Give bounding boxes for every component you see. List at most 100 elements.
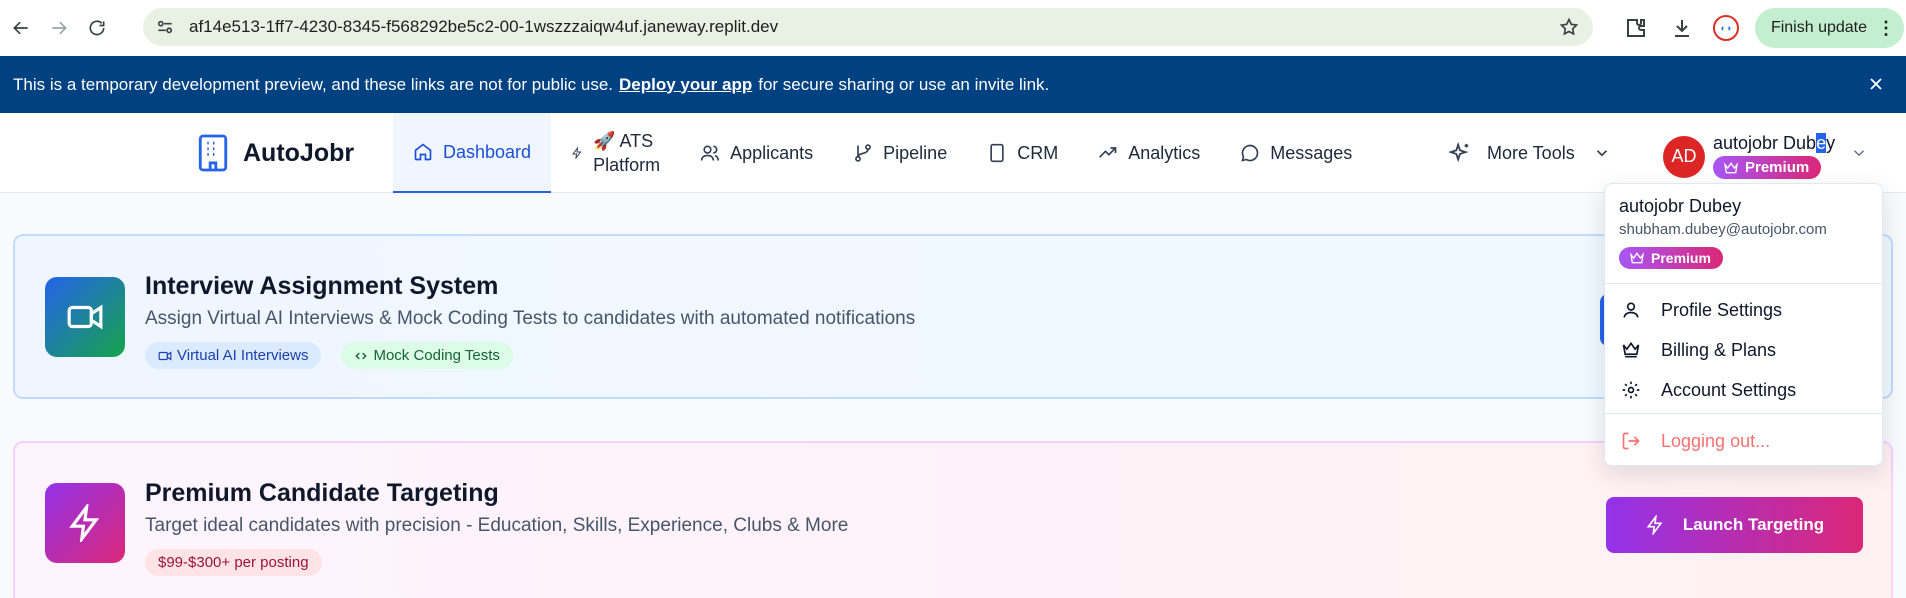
building-icon <box>198 134 228 172</box>
user-icon <box>1623 302 1639 318</box>
finish-update-label: Finish update <box>1770 19 1867 36</box>
banner-text-after: for secure sharing or use an invite link… <box>758 74 1050 94</box>
git-branch-icon <box>855 144 872 162</box>
dev-preview-banner: This is a temporary development preview,… <box>0 56 1906 113</box>
feature-tags: Virtual AI Interviews Mock Coding Tests <box>145 342 533 369</box>
tag-mock-coding-tests: Mock Coding Tests <box>341 342 513 369</box>
app-name: AutoJobr <box>243 138 355 167</box>
browser-actions: ◐◑ Finish update ⋮ <box>1613 0 1906 56</box>
code-icon <box>355 352 368 359</box>
users-icon <box>700 145 720 161</box>
address-bar[interactable]: af14e513-1ff7-4230-8345-f568292be5c2-00-… <box>143 8 1593 46</box>
deploy-link[interactable]: Deploy your app <box>619 75 752 95</box>
nav-ats-line1: 🚀 ATS <box>593 131 654 151</box>
forward-button[interactable] <box>41 10 77 46</box>
reload-button[interactable] <box>79 10 115 46</box>
more-vert-icon: ⋮ <box>1877 17 1895 38</box>
chevron-down-icon <box>1596 150 1607 157</box>
zap-icon <box>572 147 582 159</box>
bookmark-star-icon[interactable] <box>1559 17 1579 37</box>
dropdown-user-header: autojobr Dubey shubham.dubey@autojobr.co… <box>1605 184 1882 284</box>
app-header: AutoJobr Dashboard 🚀 ATS Platform Applic… <box>0 113 1906 193</box>
gear-icon <box>1622 381 1640 399</box>
menu-item-billing-plans[interactable]: Billing & Plans <box>1605 330 1882 370</box>
nav-dashboard-label: Dashboard <box>443 141 532 162</box>
sparkles-icon <box>1449 142 1469 163</box>
launch-targeting-button[interactable]: Launch Targeting <box>1606 497 1863 553</box>
banner-text: This is a temporary development preview,… <box>13 74 614 94</box>
trending-up-icon <box>1099 147 1117 158</box>
user-name-part2: y <box>1826 133 1836 153</box>
nav-crm-label: CRM <box>1017 142 1059 163</box>
reload-icon <box>89 20 105 36</box>
user-name-part1: autojobr Dub <box>1713 133 1817 153</box>
user-name-selected: e <box>1816 133 1827 153</box>
site-settings-icon[interactable] <box>155 17 175 37</box>
user-info: autojobr Dubey Premium <box>1713 133 1835 181</box>
menu-item-label: Profile Settings <box>1661 299 1783 320</box>
nav-crm[interactable]: CRM <box>967 113 1078 193</box>
user-dropdown-menu: autojobr Dubey shubham.dubey@autojobr.co… <box>1604 183 1883 466</box>
user-name[interactable]: autojobr Dubey <box>1713 133 1835 154</box>
extensions-icon[interactable] <box>1624 16 1648 40</box>
avatar[interactable]: AD <box>1663 135 1705 178</box>
zap-icon <box>69 504 100 542</box>
menu-item-logout[interactable]: Logging out... <box>1605 416 1882 466</box>
premium-badge-label: Premium <box>1651 250 1711 266</box>
tag-label: Mock Coding Tests <box>373 347 500 364</box>
crown-icon <box>1723 161 1739 173</box>
menu-item-label: Logging out... <box>1661 430 1771 451</box>
more-tools-button[interactable]: More Tools <box>1449 113 1611 193</box>
nav-ats-platform[interactable]: 🚀 ATS Platform <box>551 113 680 193</box>
nav-ats-label: 🚀 ATS Platform <box>593 129 660 177</box>
chevron-down-icon[interactable] <box>1850 144 1868 162</box>
arrow-right-icon <box>52 21 67 35</box>
nav-ats-line2: Platform <box>593 155 661 175</box>
nav-pipeline-label: Pipeline <box>883 142 948 163</box>
card-title: Premium Candidate Targeting <box>145 479 499 507</box>
video-icon <box>158 350 172 361</box>
nav-messages-label: Messages <box>1270 142 1353 163</box>
nav-pipeline[interactable]: Pipeline <box>833 113 967 193</box>
user-menu-trigger[interactable]: AD autojobr Dubey Premium <box>1663 133 1835 181</box>
zap-icon-tile <box>45 483 125 563</box>
nav-analytics[interactable]: Analytics <box>1078 113 1220 193</box>
message-circle-icon <box>1241 144 1259 162</box>
arrow-left-icon <box>13 21 28 35</box>
nav-messages[interactable]: Messages <box>1220 113 1372 193</box>
menu-item-label: Account Settings <box>1661 379 1797 400</box>
card-description: Assign Virtual AI Interviews & Mock Codi… <box>145 308 916 329</box>
crown-icon <box>1629 252 1645 264</box>
menu-item-account-settings[interactable]: Account Settings <box>1605 370 1882 410</box>
card-description: Target ideal candidates with precision -… <box>145 515 849 536</box>
dropdown-user-name: autojobr Dubey <box>1619 196 1742 216</box>
launch-targeting-label: Launch Targeting <box>1682 515 1825 534</box>
dropdown-items: Profile Settings Billing & Plans Account… <box>1605 284 1882 414</box>
download-icon[interactable] <box>1670 16 1694 40</box>
card-title: Interview Assignment System <box>145 272 499 300</box>
menu-item-label: Billing & Plans <box>1661 339 1777 360</box>
home-icon <box>414 143 432 161</box>
dropdown-user-email: shubham.dubey@autojobr.com <box>1619 221 1827 238</box>
nav-applicants-label: Applicants <box>730 142 814 163</box>
nav-applicants[interactable]: Applicants <box>680 113 833 193</box>
video-icon <box>67 304 103 330</box>
nav-analytics-label: Analytics <box>1128 142 1201 163</box>
close-icon[interactable] <box>1866 74 1886 94</box>
app-logo[interactable]: AutoJobr <box>196 133 354 173</box>
premium-badge: Premium <box>1713 156 1822 179</box>
back-button[interactable] <box>3 10 39 46</box>
zap-icon <box>1646 515 1663 535</box>
browser-toolbar: af14e513-1ff7-4230-8345-f568292be5c2-00-… <box>0 0 1906 56</box>
premium-badge: Premium <box>1619 247 1723 269</box>
browser-profile-icon[interactable]: ◐◑ <box>1712 15 1739 41</box>
menu-item-profile-settings[interactable]: Profile Settings <box>1605 290 1882 330</box>
url-text[interactable]: af14e513-1ff7-4230-8345-f568292be5c2-00-… <box>189 17 778 37</box>
building-icon <box>990 143 1004 163</box>
tag-virtual-ai-interviews: Virtual AI Interviews <box>145 342 322 369</box>
log-out-icon <box>1622 432 1640 450</box>
more-tools-label: More Tools <box>1487 142 1575 163</box>
finish-update-button[interactable]: Finish update ⋮ <box>1754 8 1904 48</box>
nav-dashboard[interactable]: Dashboard <box>393 113 552 193</box>
tag-label: Virtual AI Interviews <box>177 347 309 364</box>
